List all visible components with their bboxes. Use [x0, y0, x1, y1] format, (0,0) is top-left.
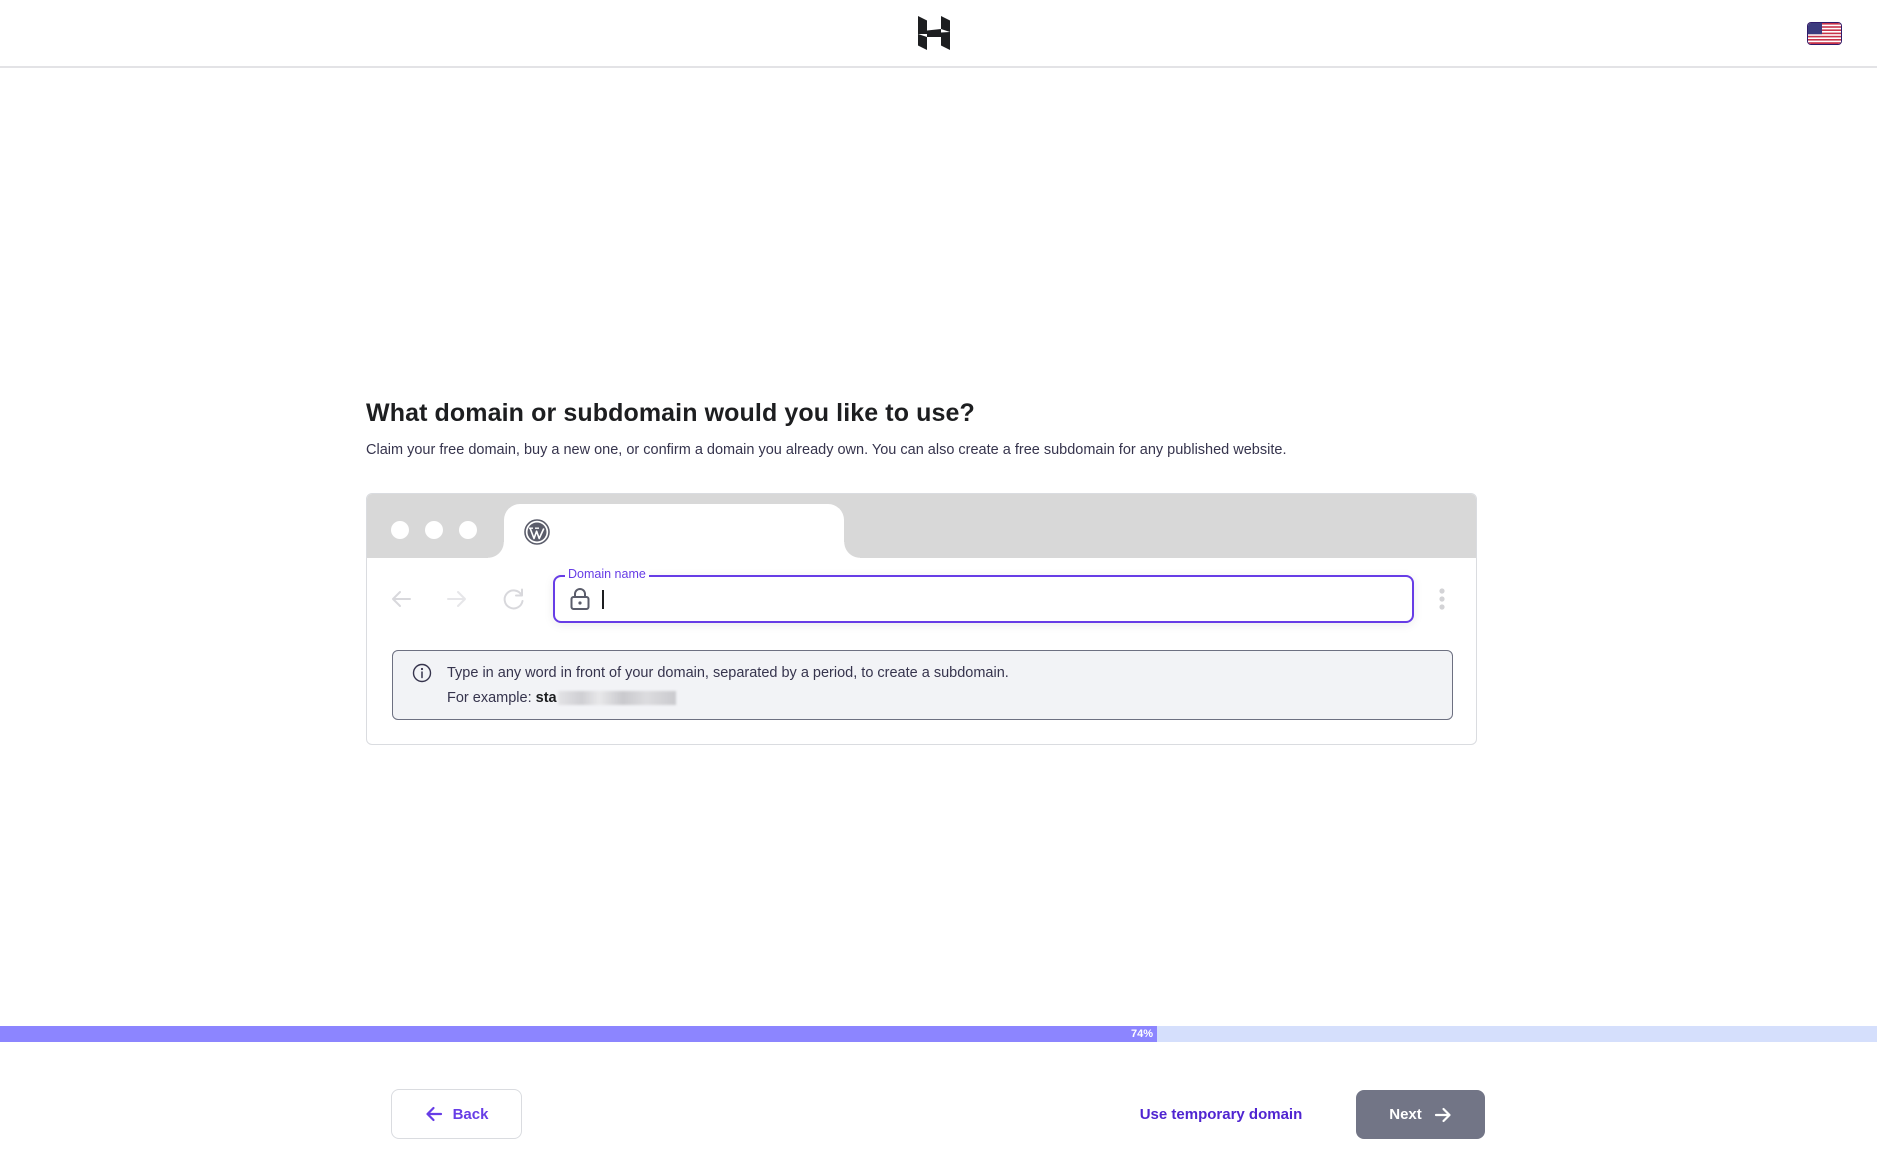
browser-tab	[504, 504, 844, 560]
progress-bar: 74%	[0, 1026, 1877, 1042]
window-dot-icon	[391, 521, 409, 539]
next-button[interactable]: Next	[1356, 1090, 1485, 1139]
reload-icon	[503, 588, 524, 610]
tab-curve	[844, 542, 860, 558]
us-flag-icon[interactable]	[1808, 23, 1841, 44]
example-value: sta	[535, 690, 557, 706]
page-heading-block: What domain or subdomain would you like …	[366, 398, 1477, 460]
hostinger-logo-icon[interactable]	[918, 16, 950, 50]
arrow-right-icon	[1434, 1107, 1451, 1122]
subdomain-info-box: Type in any word in front of your domain…	[392, 650, 1453, 720]
info-icon	[412, 663, 432, 683]
arrow-right-icon	[447, 591, 466, 607]
window-dot-icon	[425, 521, 443, 539]
arrow-left-icon	[392, 591, 411, 607]
page-subtitle: Claim your free domain, buy a new one, o…	[366, 442, 1287, 458]
top-header	[0, 0, 1877, 68]
arrow-left-icon	[425, 1106, 442, 1122]
progress-fill: 74%	[0, 1026, 1157, 1042]
back-button[interactable]: Back	[391, 1089, 522, 1139]
domain-name-label: Domain name	[565, 567, 649, 581]
lock-icon	[570, 588, 590, 610]
page-title: What domain or subdomain would you like …	[366, 399, 975, 427]
example-label: For example:	[447, 690, 532, 706]
wordpress-icon	[524, 519, 550, 545]
text-caret	[602, 590, 604, 609]
progress-label: 74%	[1130, 1028, 1153, 1040]
back-button-label: Back	[452, 1105, 489, 1123]
domain-name-field[interactable]: Domain name	[553, 567, 1414, 623]
window-dot-icon	[459, 521, 477, 539]
domain-name-input[interactable]	[599, 585, 1399, 613]
redacted-example-text	[557, 691, 676, 706]
tab-curve	[488, 542, 504, 558]
info-text: Type in any word in front of your domain…	[447, 665, 1009, 681]
next-button-label: Next	[1389, 1106, 1422, 1123]
browser-tab-bar	[367, 494, 1476, 560]
browser-mockup: Domain name Type in any word in front of…	[366, 493, 1477, 745]
info-example: For example: sta	[447, 689, 676, 707]
kebab-menu-icon	[1439, 588, 1445, 610]
use-temporary-domain-button[interactable]: Use temporary domain	[1130, 1089, 1312, 1139]
